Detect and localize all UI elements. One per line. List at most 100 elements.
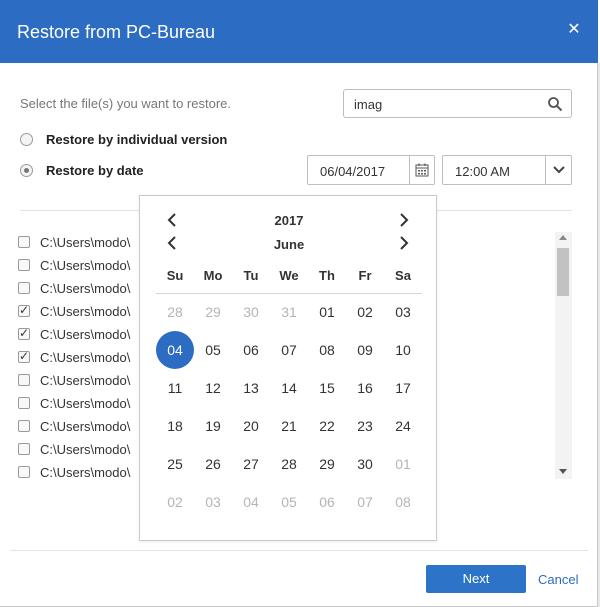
calendar-day[interactable]: 03 (384, 293, 422, 331)
calendar-day[interactable]: 25 (156, 445, 194, 483)
file-path: C:\Users\modo\ (40, 441, 131, 457)
calendar-day[interactable]: 21 (270, 407, 308, 445)
calendar-day[interactable]: 06 (232, 331, 270, 369)
next-month-icon[interactable] (394, 233, 414, 253)
calendar-day[interactable]: 08 (384, 483, 422, 521)
calendar-day[interactable]: 07 (270, 331, 308, 369)
calendar-day[interactable]: 29 (308, 445, 346, 483)
calendar-day[interactable]: 30 (346, 445, 384, 483)
time-field[interactable]: 12:00 AM (442, 155, 572, 185)
calendar-day[interactable]: 10 (384, 331, 422, 369)
calendar-day[interactable]: 28 (156, 293, 194, 331)
file-row[interactable]: C:\Users\modo\ (18, 347, 130, 367)
file-row[interactable]: C:\Users\modo\ (18, 301, 130, 321)
file-checkbox[interactable] (18, 259, 30, 271)
file-row[interactable]: C:\Users\modo\ (18, 416, 130, 436)
file-row[interactable]: C:\Users\modo\ (18, 278, 130, 298)
file-path: C:\Users\modo\ (40, 303, 131, 319)
scroll-down-arrow-icon[interactable] (559, 469, 567, 474)
scroll-up-arrow-icon[interactable] (559, 235, 567, 240)
calendar-day[interactable]: 29 (194, 293, 232, 331)
calendar-day[interactable]: 02 (156, 483, 194, 521)
close-icon[interactable]: ✕ (566, 20, 582, 40)
calendar-day[interactable]: 20 (232, 407, 270, 445)
calendar-day[interactable]: 18 (156, 407, 194, 445)
calendar-day[interactable]: 04 (232, 483, 270, 521)
calendar-day[interactable]: 09 (346, 331, 384, 369)
file-checkbox[interactable] (18, 397, 30, 409)
calendar-day[interactable]: 28 (270, 445, 308, 483)
restore-dialog: Restore from PC-Bureau ✕ Select the file… (0, 0, 598, 607)
calendar-day[interactable]: 03 (194, 483, 232, 521)
calendar-day[interactable]: 27 (232, 445, 270, 483)
footer-divider (10, 550, 588, 551)
file-path: C:\Users\modo\ (40, 372, 131, 388)
search-icon[interactable] (547, 96, 563, 112)
file-list-scrollbar[interactable] (555, 232, 572, 479)
file-row[interactable]: C:\Users\modo\ (18, 439, 130, 459)
calendar-day[interactable]: 19 (194, 407, 232, 445)
calendar-day[interactable]: 22 (308, 407, 346, 445)
calendar-day[interactable]: 17 (384, 369, 422, 407)
calendar-day[interactable]: 26 (194, 445, 232, 483)
file-checkbox[interactable] (18, 282, 30, 294)
restore-date-radio[interactable] (20, 163, 33, 177)
file-row[interactable]: C:\Users\modo\ (18, 255, 130, 275)
calendar-day[interactable]: 13 (232, 369, 270, 407)
date-field[interactable]: 06/04/2017 (307, 155, 435, 185)
next-year-icon[interactable] (394, 210, 414, 230)
calendar-day[interactable]: 01 (308, 293, 346, 331)
radio-row-individual[interactable]: Restore by individual version (20, 130, 227, 148)
weekday-label: Sa (395, 268, 411, 283)
calendar-day[interactable]: 05 (270, 483, 308, 521)
file-path: C:\Users\modo\ (40, 349, 131, 365)
next-button[interactable]: Next (426, 565, 526, 593)
calendar-day[interactable]: 24 (384, 407, 422, 445)
calendar-day[interactable]: 23 (346, 407, 384, 445)
file-path: C:\Users\modo\ (40, 234, 131, 250)
radio-row-date[interactable]: Restore by date (20, 161, 144, 179)
file-checkbox[interactable] (18, 236, 30, 248)
file-checkbox[interactable] (18, 349, 30, 363)
file-row[interactable]: C:\Users\modo\ (18, 232, 130, 252)
weekday-label: Fr (358, 268, 372, 283)
calendar-day[interactable]: 02 (346, 293, 384, 331)
calendar-day[interactable]: 05 (194, 331, 232, 369)
calendar-day[interactable]: 16 (346, 369, 384, 407)
calendar-day-selected[interactable]: 04 (156, 331, 194, 369)
restore-date-label: Restore by date (46, 162, 144, 178)
calendar-day[interactable]: 07 (346, 483, 384, 521)
calendar-day[interactable]: 11 (156, 369, 194, 407)
file-row[interactable]: C:\Users\modo\ (18, 393, 130, 413)
file-checkbox[interactable] (18, 326, 30, 340)
weekday-label: Tu (243, 268, 259, 283)
scroll-thumb[interactable] (557, 248, 569, 296)
file-checkbox[interactable] (18, 303, 30, 317)
file-row[interactable]: C:\Users\modo\ (18, 462, 130, 480)
weekday-label: Su (166, 268, 184, 283)
cancel-button[interactable]: Cancel (538, 572, 578, 587)
search-field[interactable] (343, 89, 572, 118)
search-input[interactable] (354, 95, 544, 113)
title-bar: Restore from PC-Bureau ✕ (0, 0, 598, 63)
calendar-day[interactable]: 06 (308, 483, 346, 521)
calendar-day[interactable]: 08 (308, 331, 346, 369)
dialog-title: Restore from PC-Bureau (17, 22, 216, 42)
calendar-day[interactable]: 15 (308, 369, 346, 407)
file-row[interactable]: C:\Users\modo\ (18, 324, 130, 344)
file-checkbox[interactable] (18, 466, 30, 478)
chevron-down-icon[interactable] (545, 156, 571, 184)
calendar-icon[interactable] (409, 156, 434, 184)
calendar-day[interactable]: 30 (232, 293, 270, 331)
calendar-day[interactable]: 14 (270, 369, 308, 407)
time-value: 12:00 AM (455, 164, 510, 179)
file-path: C:\Users\modo\ (40, 464, 131, 480)
file-row[interactable]: C:\Users\modo\ (18, 370, 130, 390)
restore-individual-radio[interactable] (20, 132, 33, 146)
file-checkbox[interactable] (18, 374, 30, 386)
file-checkbox[interactable] (18, 443, 30, 455)
calendar-day[interactable]: 31 (270, 293, 308, 331)
file-checkbox[interactable] (18, 420, 30, 432)
calendar-day[interactable]: 01 (384, 445, 422, 483)
calendar-day[interactable]: 12 (194, 369, 232, 407)
